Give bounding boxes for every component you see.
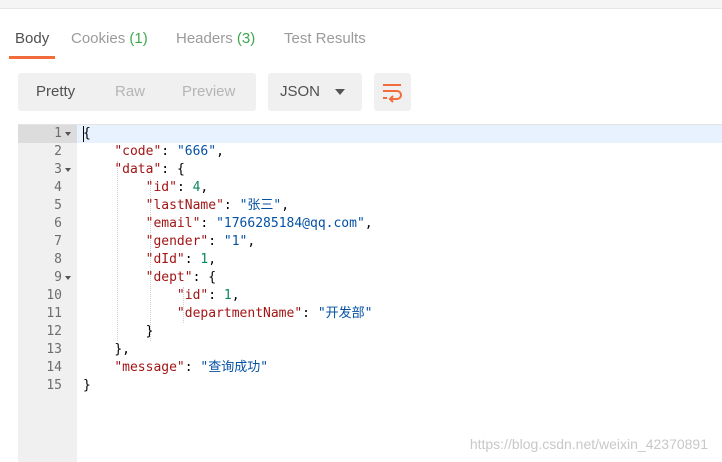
json-key: "message" — [114, 360, 185, 375]
tab-cookies-count: (1) — [129, 30, 148, 47]
line-number: 7 — [54, 234, 62, 249]
json-value: "666" — [176, 144, 217, 159]
code-line: 1 { — [18, 125, 722, 143]
wrap-lines-icon — [383, 84, 402, 103]
line-number: 9 — [54, 270, 62, 285]
code-line: 7 "gender": "1", — [18, 233, 722, 251]
json-value: 1 — [200, 252, 209, 267]
json-key: "id" — [145, 180, 177, 195]
json-key: "dId" — [145, 252, 185, 267]
tab-test-results[interactable]: Test Results — [284, 24, 366, 59]
code-line: 10 "id": 1, — [18, 287, 722, 305]
line-number: 13 — [46, 342, 62, 357]
top-strip — [0, 0, 722, 9]
json-value: 4 — [192, 180, 201, 195]
code-line: 13 }, — [18, 341, 722, 359]
code-line: 3 "data": { — [18, 161, 722, 179]
chevron-down-icon — [335, 89, 345, 95]
code-line: 2 "code": "666", — [18, 143, 722, 161]
json-key: "dept" — [145, 270, 193, 285]
code-line: 4 "id": 4, — [18, 179, 722, 197]
preview-button[interactable]: Preview — [182, 73, 235, 111]
response-body-editor[interactable]: 1 { 2 "code": "666", 3 "data": { 4 "id":… — [18, 124, 722, 462]
response-tabs: Body Cookies (1) Headers (3) Test Result… — [0, 24, 722, 59]
view-mode-group: Pretty Raw Preview — [18, 73, 256, 111]
wrap-lines-button[interactable] — [374, 73, 411, 111]
fold-arrow-icon[interactable] — [65, 168, 71, 172]
line-number: 14 — [46, 360, 62, 375]
tab-test-results-label: Test Results — [284, 30, 366, 47]
watermark-text: https://blog.csdn.net/weixin_42370891 — [469, 436, 708, 452]
line-number: 11 — [46, 306, 62, 321]
fold-arrow-icon[interactable] — [65, 132, 71, 136]
fold-arrow-icon[interactable] — [65, 276, 71, 280]
tab-cookies[interactable]: Cookies (1) — [71, 24, 148, 59]
json-key: "code" — [114, 144, 162, 159]
code-line: 5 "lastName": "张三", — [18, 197, 722, 215]
json-brace: { — [83, 126, 91, 141]
json-value: "查询成功" — [200, 360, 269, 375]
json-key: "data" — [114, 162, 162, 177]
line-number: 1 — [54, 126, 62, 141]
code-line: 11 "departmentName": "开发部" — [18, 305, 722, 323]
json-value: "1766285184@qq.com" — [216, 216, 365, 231]
response-toolbar: Pretty Raw Preview JSON — [0, 73, 722, 111]
json-key: "gender" — [145, 234, 209, 249]
line-number: 10 — [46, 288, 62, 303]
json-value: "张三" — [239, 198, 282, 213]
code-line: 6 "email": "1766285184@qq.com", — [18, 215, 722, 233]
code-line: 8 "dId": 1, — [18, 251, 722, 269]
code-line: 14 "message": "查询成功" — [18, 359, 722, 377]
raw-button[interactable]: Raw — [115, 73, 145, 111]
code-line: 12 } — [18, 323, 722, 341]
format-select[interactable]: JSON — [268, 73, 362, 111]
tab-body-label: Body — [15, 30, 50, 47]
json-key: "departmentName" — [176, 306, 303, 321]
json-brace: } — [145, 324, 154, 339]
code-lines: 1 { 2 "code": "666", 3 "data": { 4 "id":… — [18, 125, 722, 395]
json-value: "开发部" — [317, 306, 373, 321]
json-key: "id" — [176, 288, 209, 303]
line-number: 6 — [54, 216, 62, 231]
tab-headers-count: (3) — [236, 30, 256, 47]
line-number: 3 — [54, 162, 62, 177]
code-line: 15 } — [18, 377, 722, 395]
line-number: 8 — [54, 252, 62, 267]
json-key: "lastName" — [145, 198, 224, 213]
json-key: "email" — [145, 216, 201, 231]
json-brace: { — [176, 162, 185, 177]
line-number: 4 — [54, 180, 62, 195]
tab-headers[interactable]: Headers (3) — [176, 24, 255, 59]
tab-headers-label: Headers — [176, 30, 237, 47]
line-number: 12 — [46, 324, 62, 339]
json-brace: }, — [114, 342, 130, 357]
line-number: 5 — [54, 198, 62, 213]
json-brace: { — [208, 270, 217, 285]
pretty-button[interactable]: Pretty — [36, 73, 75, 111]
tab-body[interactable]: Body — [8, 24, 56, 59]
format-select-value: JSON — [280, 83, 321, 100]
text-cursor — [83, 126, 84, 142]
json-brace: } — [83, 378, 91, 393]
tab-cookies-label: Cookies — [71, 30, 130, 47]
line-number: 2 — [54, 144, 62, 159]
json-value: 1 — [223, 288, 232, 303]
code-line: 9 "dept": { — [18, 269, 722, 287]
line-number: 15 — [46, 378, 62, 393]
json-value: "1" — [223, 234, 248, 249]
